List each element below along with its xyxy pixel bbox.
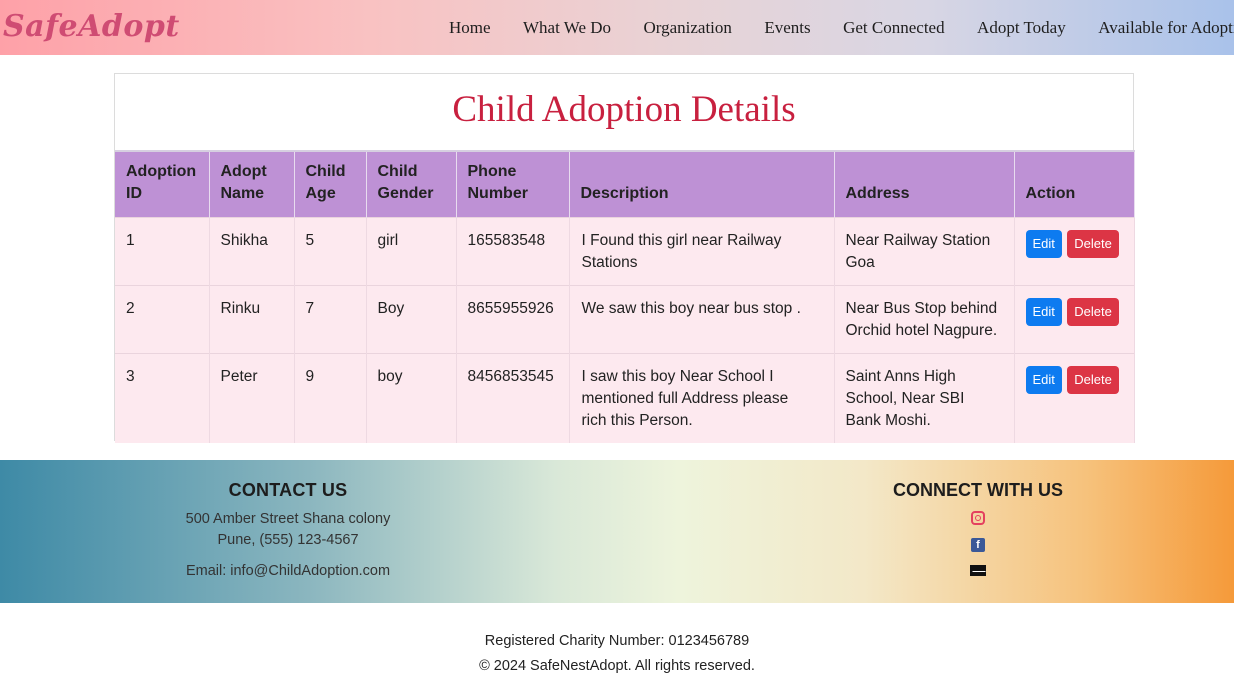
footer: CONTACT US 500 Amber Street Shana colony… xyxy=(0,460,1234,603)
cell-phone: 8655955926 xyxy=(456,285,570,354)
delete-button[interactable]: Delete xyxy=(1067,298,1119,326)
page-title: Child Adoption Details xyxy=(452,89,796,130)
contact-title: CONTACT US xyxy=(228,480,348,500)
nav-links: Home What We Do Organization Events Get … xyxy=(449,18,1234,38)
contact-email: Email: info@ChildAdoption.com xyxy=(185,563,391,579)
edit-button[interactable]: Edit xyxy=(1025,230,1062,258)
table-row: 3 Peter 9 boy 8456853545 I saw this boy … xyxy=(115,353,1135,443)
cell-address: Near Bus Stop behind Orchid hotel Nagpur… xyxy=(834,285,1015,354)
cell-name: Shikha xyxy=(209,217,295,286)
instagram-icon xyxy=(971,511,985,525)
cell-gender: girl xyxy=(366,217,457,286)
email-link[interactable] xyxy=(970,565,986,583)
edit-button[interactable]: Edit xyxy=(1025,366,1062,394)
nav-what-we-do[interactable]: What We Do xyxy=(523,18,611,38)
cell-id: 1 xyxy=(115,217,210,286)
cell-name: Rinku xyxy=(209,285,295,354)
instagram-link[interactable] xyxy=(970,511,986,529)
nav-events[interactable]: Events xyxy=(764,18,810,38)
header-phone-number: Phone Number xyxy=(456,150,570,218)
cell-id: 3 xyxy=(115,353,210,443)
copyright: © 2024 SafeNestAdopt. All rights reserve… xyxy=(479,658,755,674)
facebook-link[interactable]: f xyxy=(970,538,986,556)
brand-logo[interactable]: SafeAdopt xyxy=(3,9,180,44)
table-row: 1 Shikha 5 girl 165583548 I Found this g… xyxy=(115,217,1135,286)
charity-number: Registered Charity Number: 0123456789 xyxy=(484,633,750,649)
table-header-row: Adoption ID Adopt Name Child Age Child G… xyxy=(115,150,1135,218)
cell-phone: 165583548 xyxy=(456,217,570,286)
header-address: Address xyxy=(834,150,1015,218)
header-child-age: Child Age xyxy=(294,150,367,218)
facebook-icon: f xyxy=(971,538,985,552)
cell-gender: boy xyxy=(366,353,457,443)
delete-button[interactable]: Delete xyxy=(1067,366,1119,394)
cell-address: Near Railway Station Goa xyxy=(834,217,1015,286)
nav-get-connected[interactable]: Get Connected xyxy=(843,18,945,38)
header-adopt-name: Adopt Name xyxy=(209,150,295,218)
cell-id: 2 xyxy=(115,285,210,354)
cell-description: I Found this girl near Railway Stations xyxy=(569,217,835,286)
cell-gender: Boy xyxy=(366,285,457,354)
navbar: SafeAdopt Home What We Do Organization E… xyxy=(0,0,1234,55)
nav-adopt-today[interactable]: Adopt Today xyxy=(977,18,1066,38)
header-description: Description xyxy=(569,150,835,218)
edit-button[interactable]: Edit xyxy=(1025,298,1062,326)
cell-action: Edit Delete xyxy=(1014,353,1135,443)
cell-phone: 8456853545 xyxy=(456,353,570,443)
cell-name: Peter xyxy=(209,353,295,443)
contact-address-line2: Pune, (555) 123-4567 xyxy=(217,532,359,548)
adoption-table: Adoption ID Adopt Name Child Age Child G… xyxy=(115,150,1135,443)
cell-age: 7 xyxy=(294,285,367,354)
cell-age: 5 xyxy=(294,217,367,286)
contact-section: CONTACT US 500 Amber Street Shana colony… xyxy=(150,480,426,582)
adoption-details-card: Child Adoption Details Adoption ID Adopt… xyxy=(114,73,1135,443)
connect-title: CONNECT WITH US xyxy=(893,480,1063,500)
email-icon xyxy=(970,565,986,576)
cell-action: Edit Delete xyxy=(1014,285,1135,354)
cell-description: I saw this boy Near School I mentioned f… xyxy=(569,353,835,443)
table-row: 2 Rinku 7 Boy 8655955926 We saw this boy… xyxy=(115,285,1135,354)
cell-action: Edit Delete xyxy=(1014,217,1135,286)
connect-section: CONNECT WITH US f xyxy=(860,480,1096,592)
bottom-bar: Registered Charity Number: 0123456789 © … xyxy=(0,629,1234,679)
cell-age: 9 xyxy=(294,353,367,443)
header-adoption-id: Adoption ID xyxy=(115,150,210,218)
contact-address-line1: 500 Amber Street Shana colony xyxy=(185,511,391,527)
header-child-gender: Child Gender xyxy=(366,150,457,218)
nav-available-for-adoption[interactable]: Available for Adoption xyxy=(1098,18,1234,38)
cell-description: We saw this boy near bus stop . xyxy=(569,285,835,354)
nav-organization[interactable]: Organization xyxy=(643,18,731,38)
delete-button[interactable]: Delete xyxy=(1067,230,1119,258)
cell-address: Saint Anns High School, Near SBI Bank Mo… xyxy=(834,353,1015,443)
header-action: Action xyxy=(1014,150,1135,218)
nav-home[interactable]: Home xyxy=(449,18,491,38)
